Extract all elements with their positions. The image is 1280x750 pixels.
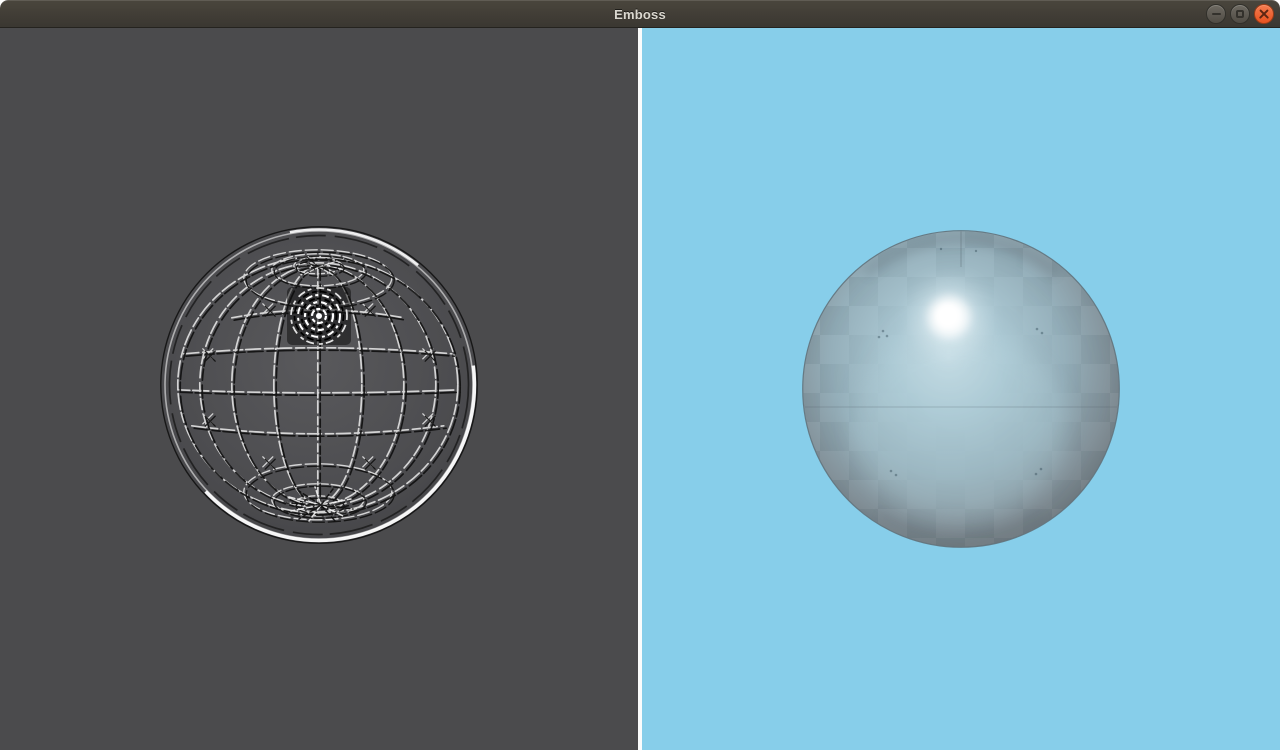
titlebar[interactable]: Emboss: [0, 0, 1280, 28]
embossed-sphere: [149, 215, 489, 555]
viewports: [0, 28, 1280, 750]
maximize-icon: [1236, 10, 1244, 18]
window-title: Emboss: [614, 7, 666, 22]
close-icon: [1258, 8, 1270, 20]
shaded-sphere-surface: [803, 231, 1119, 547]
emboss-viewport: [0, 28, 638, 750]
window-controls: [1206, 0, 1274, 28]
emboss-highlight-rings: [287, 287, 351, 345]
minimize-button[interactable]: [1206, 4, 1226, 24]
emboss-window: Emboss: [0, 0, 1280, 750]
render-viewport: [642, 28, 1280, 750]
specular-highlight: [913, 281, 985, 353]
close-button[interactable]: [1254, 4, 1274, 24]
maximize-button[interactable]: [1230, 4, 1250, 24]
minimize-icon: [1212, 13, 1221, 15]
shaded-sphere: [791, 219, 1131, 559]
